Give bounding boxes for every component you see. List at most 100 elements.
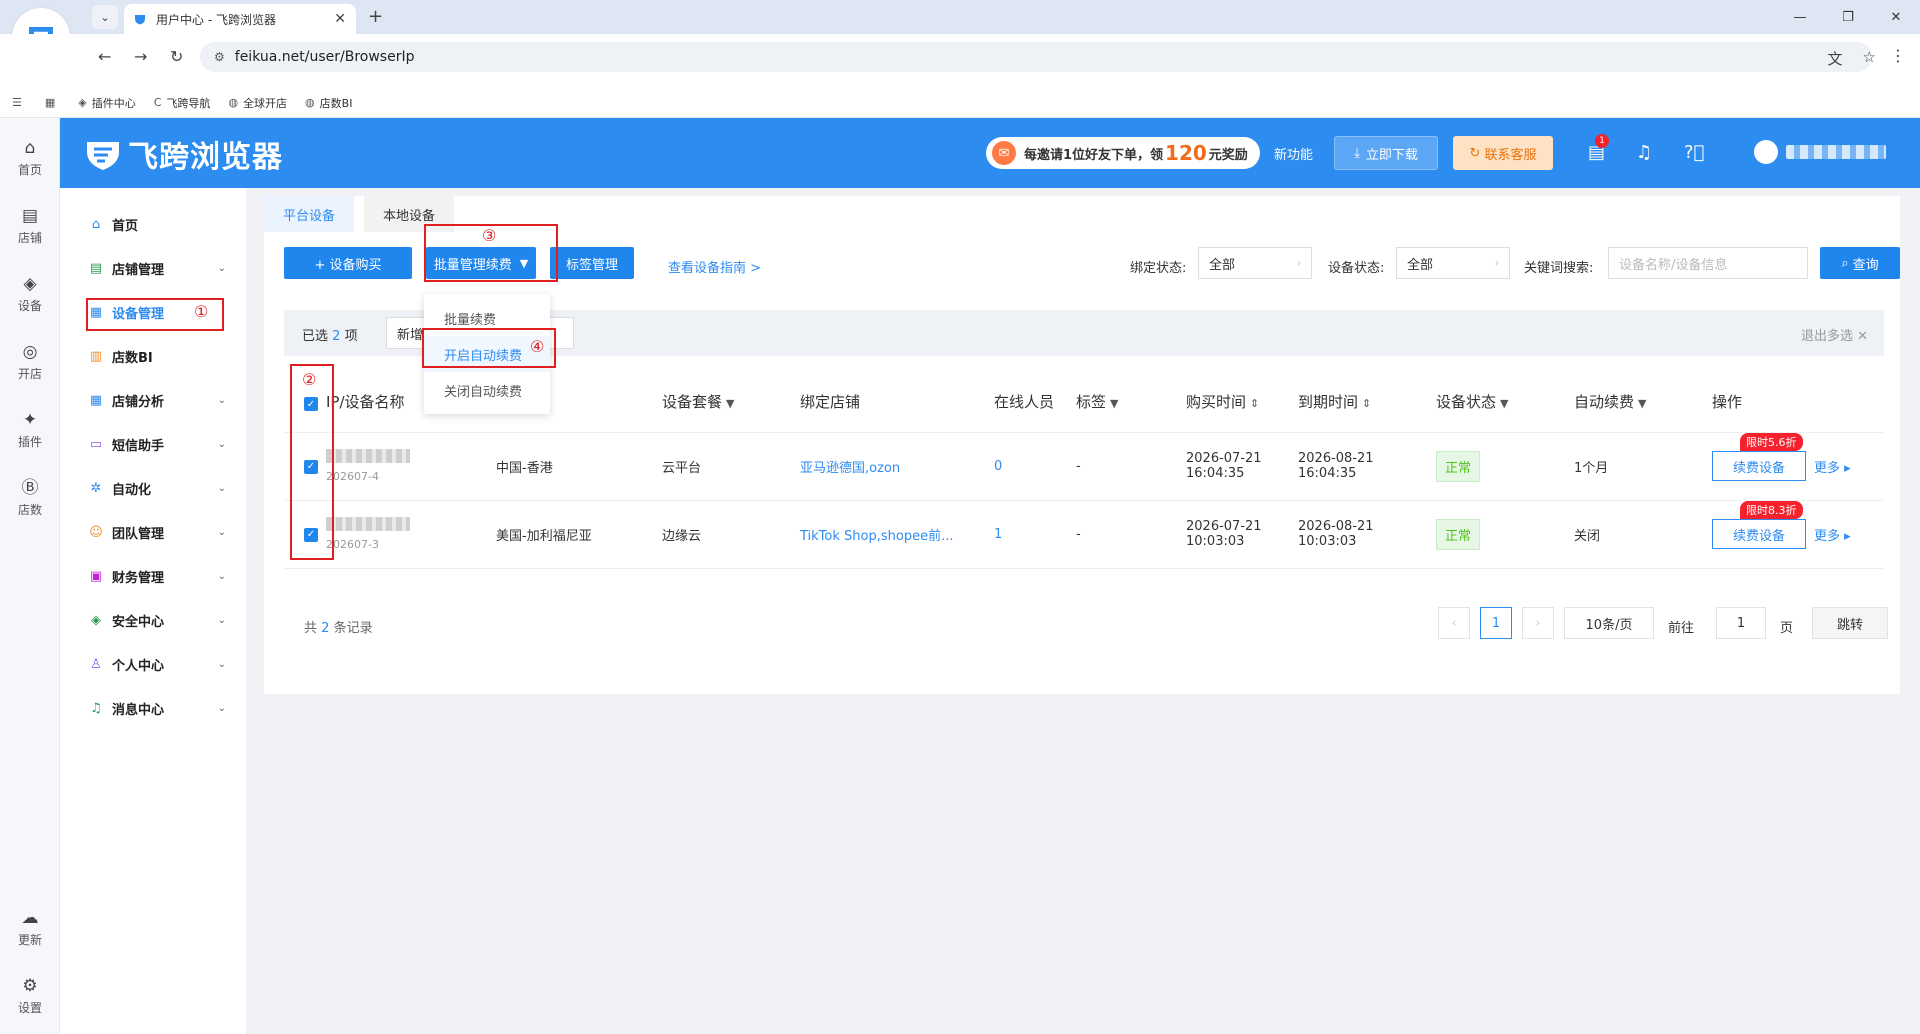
avatar[interactable] [1754, 140, 1778, 164]
col-expire-time[interactable]: 到期时间 ⇕ [1292, 372, 1430, 433]
close-window-icon[interactable]: ✕ [1872, 0, 1920, 34]
menu-item-analysis[interactable]: ▦ 店铺分析 ⌄ [60, 378, 246, 422]
menu-item-profile[interactable]: ♙ 个人中心 ⌄ [60, 642, 246, 686]
exit-multiselect-button[interactable]: 退出多选 ✕ [1801, 325, 1868, 344]
bookmarks-bar: ☰ ▦ ◈ 插件中心 C 飞跨导航 ◍ 全球开店 ◍ 店数BI [0, 88, 1920, 118]
site-info-icon[interactable]: ⚙ [214, 50, 225, 64]
rail-bi[interactable]: Ⓑ 店数 [0, 478, 60, 518]
menu-item-home[interactable]: ⌂ 首页 [60, 202, 246, 246]
page-size-select[interactable]: 10条/页 [1564, 607, 1654, 639]
renew-device-button[interactable]: 续费设备 [1712, 519, 1806, 549]
download-button[interactable]: ⤓ 立即下载 [1334, 136, 1438, 170]
rail-settings[interactable]: ⚙ 设置 [0, 976, 60, 1016]
prev-page-icon[interactable]: ‹ [1438, 607, 1470, 639]
menu-item-security[interactable]: ◈ 安全中心 ⌄ [60, 598, 246, 642]
page-1-button[interactable]: 1 [1480, 607, 1512, 639]
device-guide-link[interactable]: 查看设备指南 > [668, 257, 761, 276]
col-status[interactable]: 设备状态 ▼ [1430, 372, 1568, 433]
shop-cell[interactable]: 亚马逊德国,ozon [794, 432, 988, 501]
menu-item-sms[interactable]: ▭ 短信助手 ⌄ [60, 422, 246, 466]
reload-icon[interactable]: ↻ [170, 47, 183, 66]
bind-status-select[interactable]: 全部 › [1198, 247, 1312, 279]
restore-icon[interactable]: ❐ [1824, 0, 1872, 34]
tab-list-dropdown[interactable]: ⌄ [92, 5, 118, 29]
apps-icon[interactable]: ▦ [45, 96, 60, 109]
chevron-down-icon: ⌄ [217, 702, 226, 714]
online-cell[interactable]: 1 [988, 500, 1070, 569]
bookmark-nav[interactable]: C 飞跨导航 [154, 95, 211, 111]
brand-logo[interactable]: 飞跨浏览器 [84, 132, 283, 176]
forward-icon[interactable]: → [134, 47, 147, 66]
back-icon[interactable]: ← [98, 47, 111, 66]
selection-count: 已选 2 项 [302, 329, 358, 344]
rail-home[interactable]: ⌂ 首页 [0, 138, 60, 178]
tab-favicon-icon [135, 15, 145, 25]
bind-status-label: 绑定状态: [1130, 261, 1187, 276]
menu-item-messages[interactable]: ♫ 消息中心 ⌄ [60, 686, 246, 730]
minimize-icon[interactable]: — [1776, 0, 1824, 34]
shield-icon: ◈ [91, 612, 101, 628]
status-badge: 正常 [1436, 450, 1481, 482]
bookmark-bi[interactable]: ◍ 店数BI [305, 95, 352, 111]
rail-plugins[interactable]: ✦ 插件 [0, 410, 60, 450]
menu-item-bi[interactable]: ▥ 店数BI [60, 334, 246, 378]
online-cell[interactable]: 0 [988, 432, 1070, 501]
bookmark-star-icon[interactable]: ☆ [1863, 48, 1876, 69]
more-button[interactable]: 更多 ▸ [1814, 461, 1851, 476]
user-name-blurred[interactable] [1786, 145, 1886, 159]
app-header: 飞跨浏览器 ✉ 每邀请1位好友下单，领 120 元奖励 新功能 ⤓ 立即下载 ↻ 联… [60, 118, 1920, 188]
device-status-select[interactable]: 全部 › [1396, 247, 1510, 279]
menu-item-automation[interactable]: ✲ 自动化 ⌄ [60, 466, 246, 510]
help-icon[interactable]: ?⃝ [1684, 142, 1704, 163]
new-features-link[interactable]: 新功能 [1274, 144, 1313, 163]
search-button[interactable]: ⌕ 查询 [1820, 247, 1900, 279]
goto-label: 前往 [1668, 621, 1695, 636]
rail-store[interactable]: ▤ 店铺 [0, 206, 60, 246]
shop-cell[interactable]: TikTok Shop,shopee前... [794, 500, 988, 569]
col-buy-time[interactable]: 购买时间 ⇕ [1180, 372, 1292, 433]
planet-icon: ◎ [22, 342, 38, 362]
home-icon: ⌂ [24, 138, 36, 158]
ip-cell: 202607-4 [320, 432, 490, 501]
menu-item-finance[interactable]: ▣ 财务管理 ⌄ [60, 554, 246, 598]
menu-item-store[interactable]: ▤ 店铺管理 ⌄ [60, 246, 246, 290]
team-icon: ☺ [89, 524, 103, 540]
support-button[interactable]: ↻ 联系客服 [1453, 136, 1553, 170]
buy-device-button[interactable]: + 设备购买 [284, 247, 412, 279]
address-bar[interactable]: ⚙ feikua.net/user/BrowserIp [200, 42, 1872, 72]
more-button[interactable]: 更多 ▸ [1814, 529, 1851, 544]
renew-device-button[interactable]: 续费设备 [1712, 451, 1806, 481]
rail-open-store[interactable]: ◎ 开店 [0, 342, 60, 382]
tab-platform-devices[interactable]: 平台设备 [264, 196, 354, 232]
col-plan[interactable]: 设备套餐 ▼ [656, 372, 794, 433]
sidebar-toggle-icon[interactable]: ☰ [12, 96, 27, 109]
menu-item-team[interactable]: ☺ 团队管理 ⌄ [60, 510, 246, 554]
ip-blurred [326, 449, 410, 463]
bookmark-plugins[interactable]: ◈ 插件中心 [78, 95, 135, 111]
chevron-right-icon: › [1495, 257, 1499, 269]
jump-button[interactable]: 跳转 [1812, 607, 1888, 639]
browser-menu-icon[interactable]: ⋮ [1890, 46, 1906, 65]
next-page-icon[interactable]: › [1522, 607, 1554, 639]
bell-icon[interactable]: ♫ [1636, 142, 1652, 163]
browser-toolbar: ← → ↻ ⚙ feikua.net/user/BrowserIp 文 ☆ ⋮ [0, 34, 1920, 88]
browser-tab[interactable]: 用户中心 - 飞跨浏览器 ✕ [124, 4, 356, 34]
goto-page-input[interactable]: 1 [1716, 607, 1766, 639]
col-auto-renew[interactable]: 自动续费 ▼ [1568, 372, 1706, 433]
rail-update[interactable]: ☁ 更新 [0, 908, 60, 948]
tab-title: 用户中心 - 飞跨浏览器 [156, 12, 276, 27]
bell-icon: ♫ [90, 700, 102, 716]
col-tag[interactable]: 标签 ▼ [1070, 372, 1180, 433]
invite-promo[interactable]: ✉ 每邀请1位好友下单，领 120 元奖励 [986, 137, 1260, 169]
menu-item-disable-auto-renew[interactable]: 关闭自动续费 [424, 372, 550, 408]
new-tab-icon[interactable]: + [368, 6, 383, 27]
tab-close-icon[interactable]: ✕ [334, 11, 346, 27]
translate-icon[interactable]: 文 [1828, 48, 1843, 69]
bookmark-global[interactable]: ◍ 全球开店 [228, 95, 287, 111]
tag-management-button[interactable]: 标签管理 [550, 247, 634, 279]
keyword-search-input[interactable]: 设备名称/设备信息 [1608, 247, 1808, 279]
table-row: ✓ 202607-4 中国-香港 云平台 亚马逊德国,ozon 0 - 2026… [284, 432, 1884, 501]
app-rail: ⌂ 首页 ▤ 店铺 ◈ 设备 ◎ 开店 ✦ 插件 Ⓑ 店数 ☁ 更新 ⚙ 设置 [0, 118, 60, 1034]
ip-blurred [326, 517, 410, 531]
rail-device[interactable]: ◈ 设备 [0, 274, 60, 314]
